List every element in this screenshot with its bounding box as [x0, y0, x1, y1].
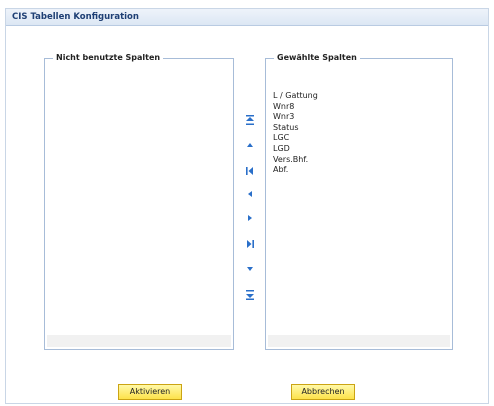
- cancel-button[interactable]: Abbrechen: [291, 384, 355, 400]
- unused-columns-panel: Nicht benutzte Spalten: [44, 53, 234, 350]
- window-title: CIS Tabellen Konfiguration: [12, 12, 139, 22]
- activate-button[interactable]: Aktivieren: [118, 384, 182, 400]
- column-list-item[interactable]: Vers.Bhf.: [273, 155, 308, 164]
- move-down-button[interactable]: [243, 263, 257, 275]
- move-right-button[interactable]: [243, 212, 257, 224]
- selected-columns-footer: [268, 335, 450, 347]
- selected-columns-legend: Gewählte Spalten: [274, 53, 360, 62]
- move-to-bottom-button[interactable]: [243, 289, 257, 301]
- move-left-button[interactable]: [243, 188, 257, 200]
- selected-columns-panel: Gewählte Spalten L / Gattung Wnr8 Wnr3 Stat…: [265, 53, 453, 350]
- move-right-icon: [248, 215, 252, 221]
- column-list-item[interactable]: LGC: [273, 133, 289, 142]
- move-left-icon: [248, 191, 252, 197]
- title-bar: CIS Tabellen Konfiguration: [6, 9, 488, 26]
- move-to-top-button[interactable]: [243, 114, 257, 126]
- move-all-right-icon: [247, 240, 254, 248]
- move-down-icon: [247, 267, 253, 271]
- unused-columns-legend: Nicht benutzte Spalten: [53, 53, 164, 62]
- move-to-bottom-icon: [246, 290, 254, 300]
- move-all-right-button[interactable]: [243, 238, 257, 250]
- move-to-top-icon: [246, 115, 254, 125]
- column-list-item[interactable]: Abf.: [273, 165, 288, 174]
- unused-columns-footer: [47, 335, 231, 347]
- move-up-icon: [247, 143, 253, 147]
- selected-columns-list[interactable]: L / Gattung Wnr8 Wnr3 Status LGC LGD Vers.Bhf.…: [268, 67, 450, 335]
- column-list-item[interactable]: Wnr3: [273, 112, 294, 121]
- column-list-item[interactable]: Status: [273, 123, 299, 132]
- column-list-item[interactable]: LGD: [273, 144, 290, 153]
- column-list-item[interactable]: Wnr8: [273, 102, 294, 111]
- move-all-left-button[interactable]: [243, 165, 257, 177]
- move-all-left-icon: [246, 167, 253, 175]
- column-list-item[interactable]: L / Gattung: [273, 91, 318, 100]
- unused-columns-list[interactable]: [47, 67, 231, 335]
- move-up-button[interactable]: [243, 139, 257, 151]
